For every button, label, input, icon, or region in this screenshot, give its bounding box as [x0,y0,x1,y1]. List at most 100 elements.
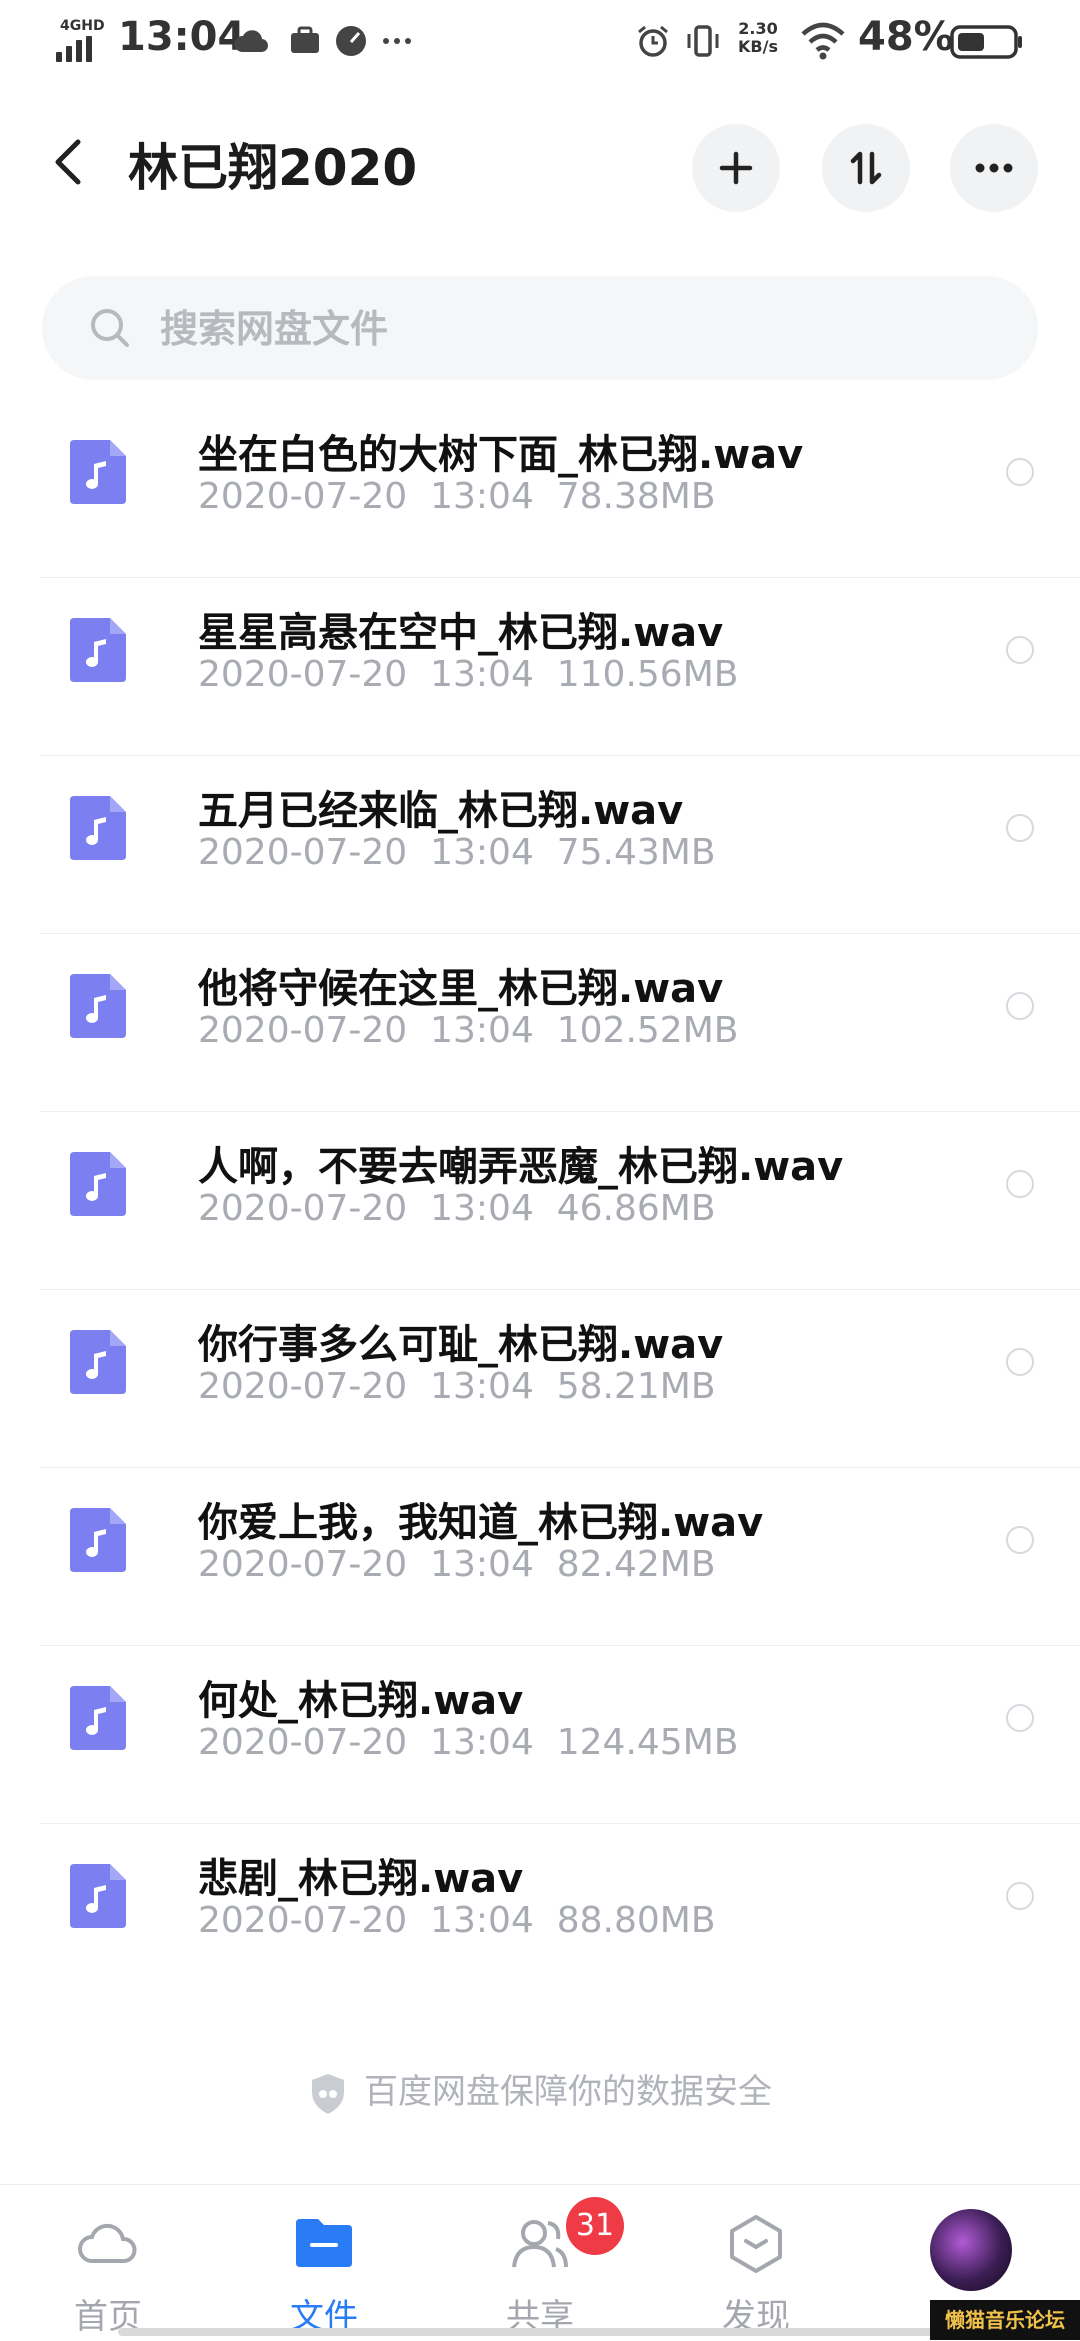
select-radio[interactable] [1006,992,1034,1020]
select-radio[interactable] [1006,1526,1034,1554]
file-name: 人啊，不要去嘲弄恶魔_林已翔.wav [198,1144,844,1190]
select-radio[interactable] [1006,458,1034,486]
watermark: 懒猫音乐论坛 [930,2300,1080,2340]
select-radio[interactable] [1006,814,1034,842]
file-date: 2020-07-20 [198,1010,408,1051]
file-name: 五月已经来临_林已翔.wav [198,788,684,834]
cloud-home-icon [78,2223,137,2263]
people-icon [512,2220,568,2268]
file-date: 2020-07-20 [198,476,408,517]
tab-home[interactable]: 首页 [38,2213,178,2341]
signal-icon: 4GHD [56,18,112,62]
file-time: 13:04 [430,1722,534,1763]
speed-value: 2.30 [738,19,778,38]
back-arrow-icon[interactable] [44,132,92,192]
file-meta: 2020-07-20 13:04 110.56MB [198,654,738,695]
file-meta: 2020-07-20 13:04 58.21MB [198,1366,716,1407]
file-time: 13:04 [430,1366,534,1407]
file-date: 2020-07-20 [198,1188,408,1229]
file-meta: 2020-07-20 13:04 124.45MB [198,1722,738,1763]
sort-button[interactable] [822,124,910,212]
share-badge: 31 [566,2197,624,2255]
file-row[interactable]: 五月已经来临_林已翔.wav 2020-07-20 13:04 75.43MB [0,756,1080,934]
tab-files[interactable]: 文件 [254,2213,394,2341]
file-row[interactable]: 坐在白色的大树下面_林已翔.wav 2020-07-20 13:04 78.38… [0,400,1080,578]
briefcase-icon [291,26,319,53]
audio-file-icon [70,440,126,504]
file-name: 他将守候在这里_林已翔.wav [198,966,724,1012]
select-radio[interactable] [1006,1348,1034,1376]
file-time: 13:04 [430,1010,534,1051]
more-options-button[interactable] [950,124,1038,212]
file-date: 2020-07-20 [198,654,408,695]
cloud-icon [234,30,269,53]
audio-file-icon [70,796,126,860]
avatar[interactable] [930,2209,1012,2291]
ellipsis-icon [975,163,1013,173]
file-time: 13:04 [430,476,534,517]
audio-file-icon [70,1686,126,1750]
search-icon [91,309,129,347]
file-date: 2020-07-20 [198,1366,408,1407]
file-size: 46.86MB [556,1188,716,1229]
page-title: 林已翔2020 [128,139,418,197]
file-row[interactable]: 星星高悬在空中_林已翔.wav 2020-07-20 13:04 110.56M… [0,578,1080,756]
shield-icon [312,2073,344,2114]
vibrate-icon [687,25,719,57]
select-radio[interactable] [1006,1882,1034,1910]
file-name: 你爱上我，我知道_林已翔.wav [198,1500,764,1546]
file-name: 你行事多么可耻_林已翔.wav [198,1322,724,1368]
file-time: 13:04 [430,832,534,873]
battery-percent: 48% [858,14,954,60]
network-type: 4GHD [60,18,105,34]
file-size: 124.45MB [556,1722,739,1763]
file-time: 13:04 [430,1900,534,1941]
file-time: 13:04 [430,1544,534,1585]
add-button[interactable] [692,124,780,212]
network-speed: 2.30 KB/s [738,20,778,56]
file-meta: 2020-07-20 13:04 46.86MB [198,1188,716,1229]
hexagon-icon [730,2215,782,2273]
folder-icon [296,2219,352,2267]
file-meta: 2020-07-20 13:04 78.38MB [198,476,716,517]
file-meta: 2020-07-20 13:04 82.42MB [198,1544,716,1585]
file-time: 13:04 [430,654,534,695]
title-bar: 林已翔2020 [0,84,1080,244]
select-radio[interactable] [1006,1704,1034,1732]
wifi-icon [801,22,845,60]
select-radio[interactable] [1006,1170,1034,1198]
file-date: 2020-07-20 [198,1900,408,1941]
file-time: 13:04 [430,1188,534,1229]
file-row[interactable]: 你爱上我，我知道_林已翔.wav 2020-07-20 13:04 82.42M… [0,1468,1080,1646]
file-meta: 2020-07-20 13:04 88.80MB [198,1900,716,1941]
select-radio[interactable] [1006,636,1034,664]
file-row[interactable]: 你行事多么可耻_林已翔.wav 2020-07-20 13:04 58.21MB [0,1290,1080,1468]
search-bar[interactable] [42,276,1038,380]
file-list: 坐在白色的大树下面_林已翔.wav 2020-07-20 13:04 78.38… [0,400,1080,2002]
tab-discover[interactable]: 发现 [686,2213,826,2341]
file-row[interactable]: 何处_林已翔.wav 2020-07-20 13:04 124.45MB [0,1646,1080,1824]
audio-file-icon [70,1152,126,1216]
sort-arrows-icon [850,151,882,185]
file-date: 2020-07-20 [198,1544,408,1585]
file-row[interactable]: 悲剧_林已翔.wav 2020-07-20 13:04 88.80MB [0,1824,1080,2002]
audio-file-icon [70,1508,126,1572]
file-size: 58.21MB [556,1366,716,1407]
file-row[interactable]: 人啊，不要去嘲弄恶魔_林已翔.wav 2020-07-20 13:04 46.8… [0,1112,1080,1290]
file-row[interactable]: 他将守候在这里_林已翔.wav 2020-07-20 13:04 102.52M… [0,934,1080,1112]
file-size: 78.38MB [556,476,716,517]
safety-note: 百度网盘保障你的数据安全 [0,2064,1080,2116]
safety-text: 百度网盘保障你的数据安全 [364,2072,772,2112]
file-date: 2020-07-20 [198,1722,408,1763]
alarm-icon [638,25,668,57]
file-size: 88.80MB [556,1900,716,1941]
audio-file-icon [70,618,126,682]
bottom-tab-bar: 首页 文件 共享 31 发现 [0,2184,1080,2341]
speed-unit: KB/s [738,37,778,56]
home-indicator [118,2328,962,2336]
search-input[interactable] [158,298,982,360]
file-date: 2020-07-20 [198,832,408,873]
status-bar: 4GHD 13:04 2.30 KB/s 48% [0,0,1080,84]
file-meta: 2020-07-20 13:04 102.52MB [198,1010,738,1051]
file-size: 102.52MB [556,1010,739,1051]
